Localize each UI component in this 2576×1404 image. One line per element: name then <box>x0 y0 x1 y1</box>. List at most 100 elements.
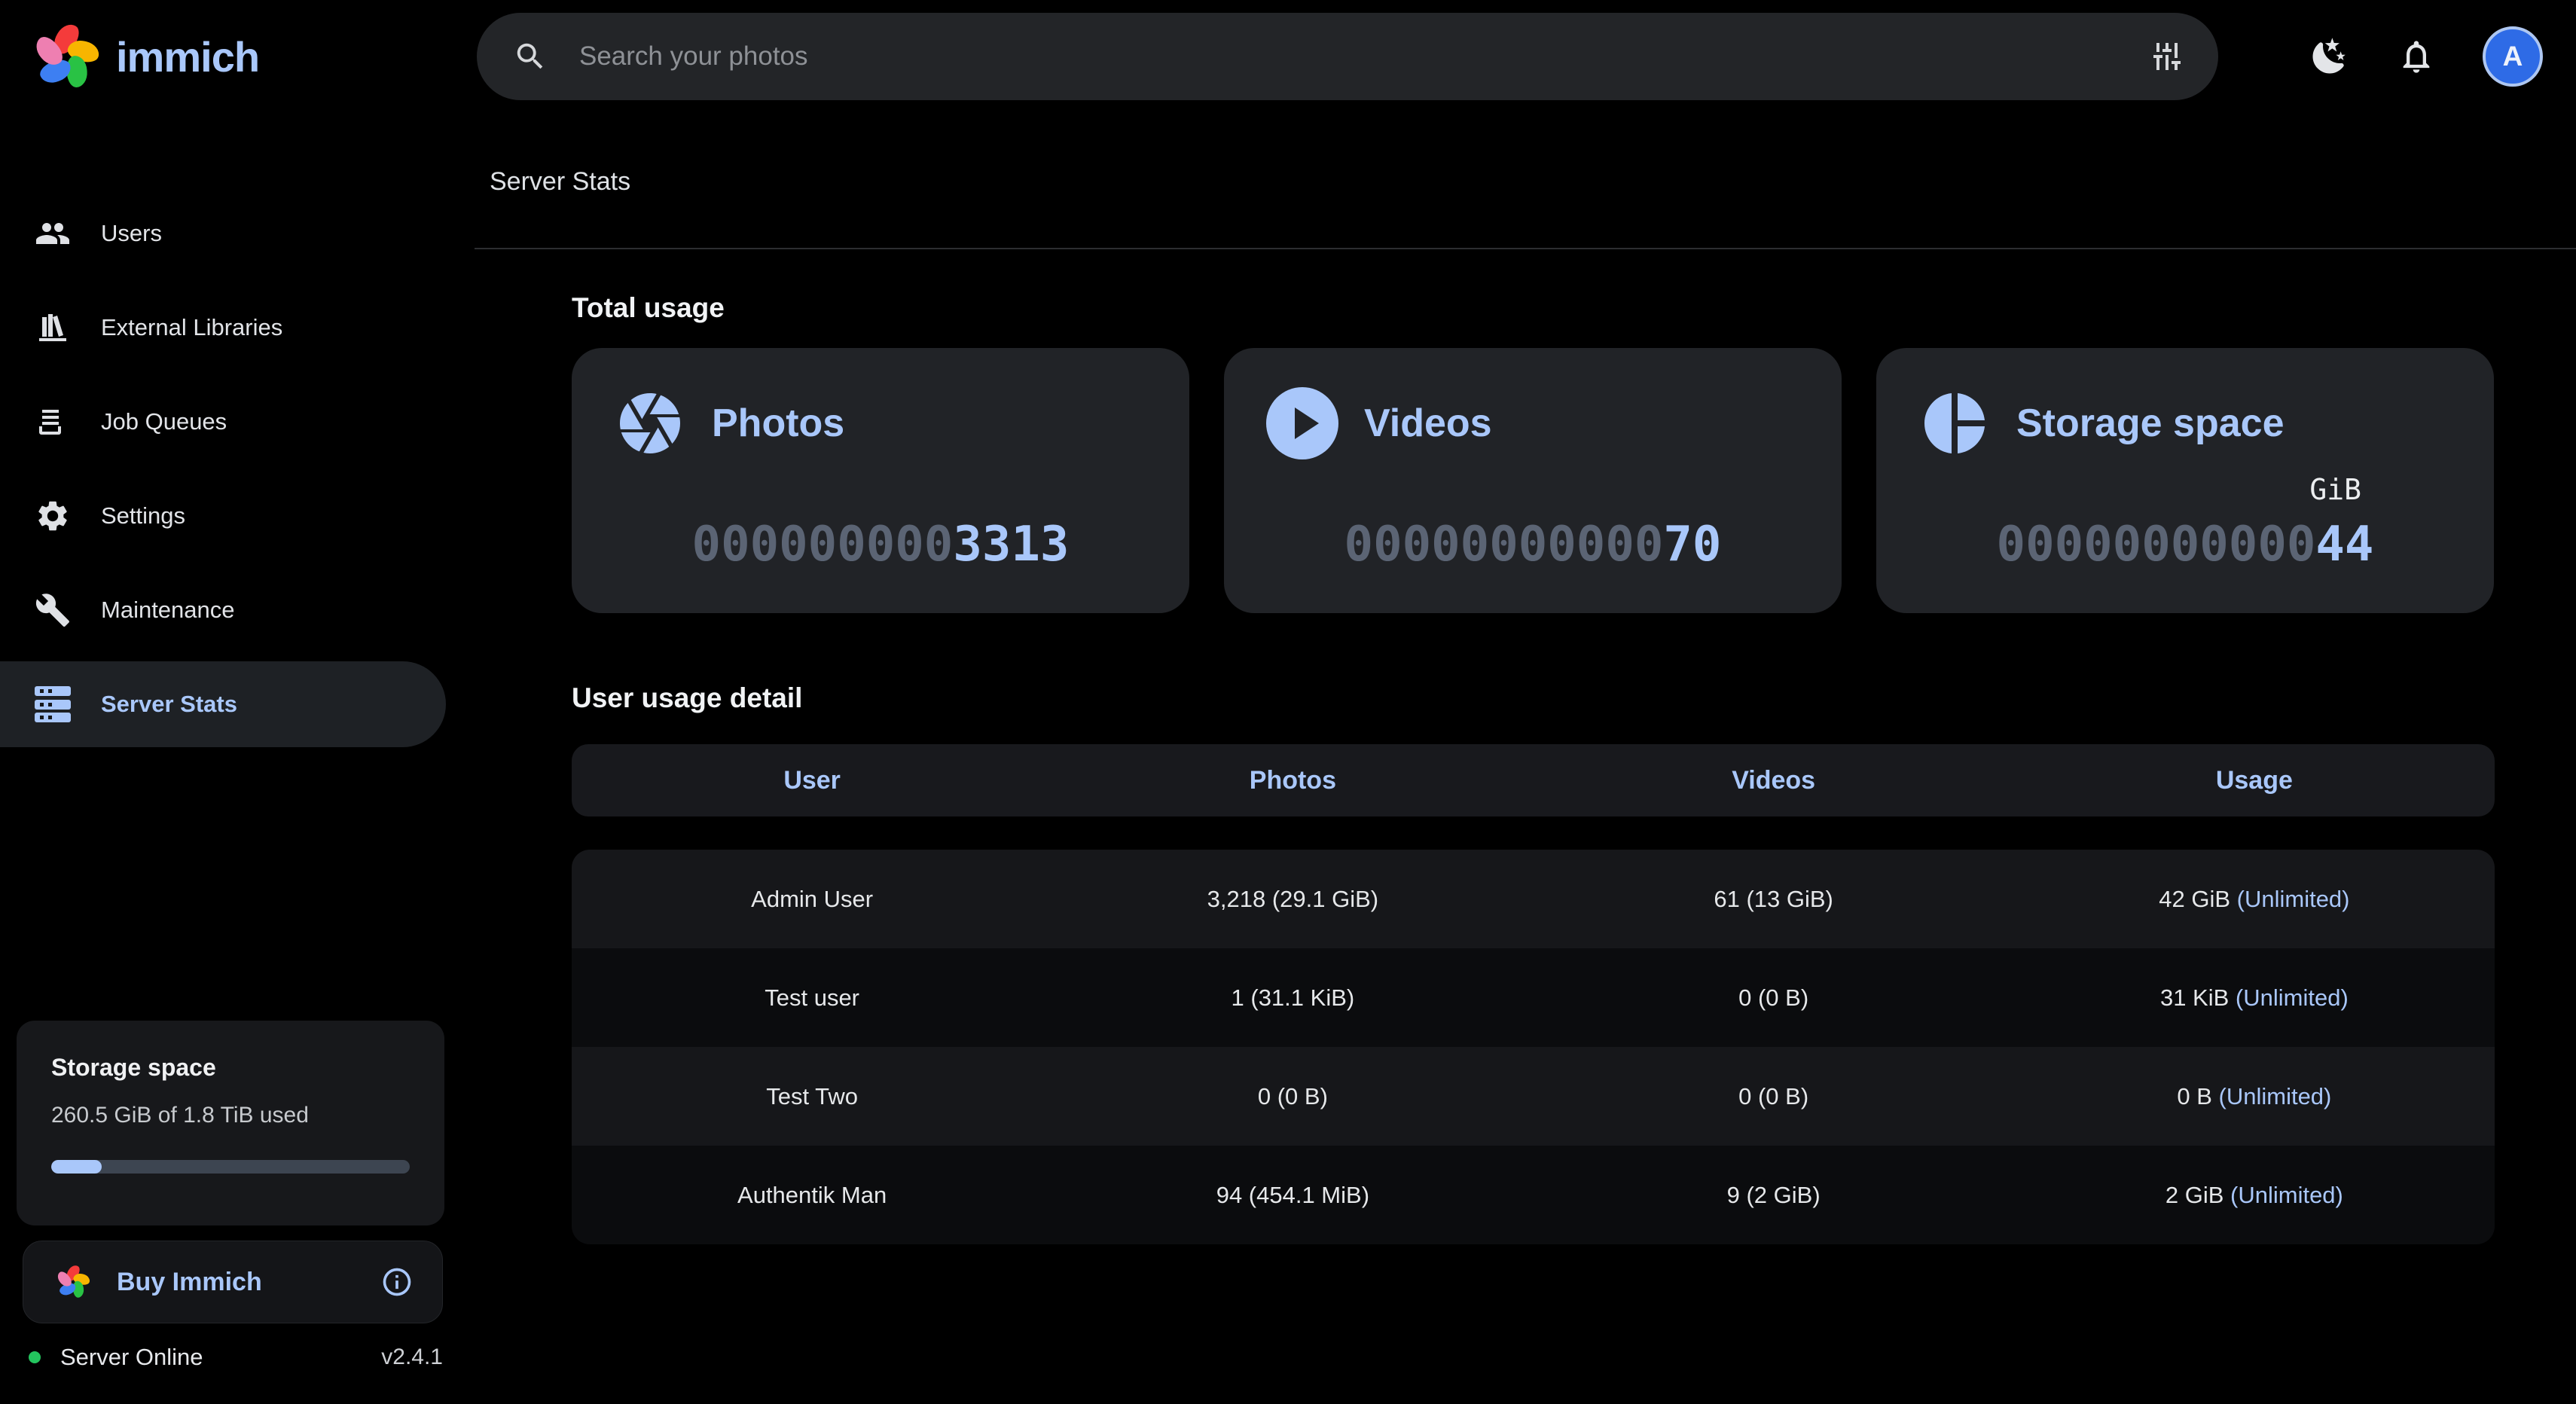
cell-videos: 0 (0 B) <box>1534 984 2014 1012</box>
user-usage-heading: User usage detail <box>572 682 802 714</box>
videos-card: Videos 0000000000070 <box>1224 348 1842 613</box>
header-divider <box>475 248 2576 249</box>
count-value: 3313 <box>953 517 1069 572</box>
server-status-label: Server Online <box>60 1344 381 1371</box>
cell-user: Test Two <box>572 1083 1052 1110</box>
photos-card: Photos 0000000003313 <box>572 348 1189 613</box>
immich-logo[interactable]: immich <box>33 0 259 113</box>
server-status-row: Server Online v2.4.1 <box>23 1335 443 1380</box>
sidebar-item-server-stats[interactable]: Server Stats <box>0 661 446 747</box>
sidebar-item-settings[interactable]: Settings <box>0 473 452 559</box>
column-header-user: User <box>572 766 1052 795</box>
cell-videos: 0 (0 B) <box>1534 1083 2014 1110</box>
cell-user: Authentik Man <box>572 1182 1052 1209</box>
column-header-photos: Photos <box>1052 766 1533 795</box>
notifications-bell-icon[interactable] <box>2397 37 2436 76</box>
column-header-videos: Videos <box>1534 766 2014 795</box>
storage-panel-title: Storage space <box>51 1054 410 1082</box>
external-libraries-icon <box>35 310 71 346</box>
job-queues-icon <box>35 404 71 440</box>
users-icon <box>35 215 71 252</box>
count-value: 44 <box>2315 517 2373 572</box>
online-status-dot <box>29 1351 41 1363</box>
storage-space-panel: Storage space 260.5 GiB of 1.8 TiB used <box>17 1021 444 1225</box>
buy-immich-label: Buy Immich <box>117 1268 380 1297</box>
cell-usage: 31 KiB (Unlimited) <box>2014 984 2495 1012</box>
main-content: Server Stats Total usage Photos 00000000… <box>452 113 2576 1404</box>
user-avatar[interactable]: A <box>2483 26 2543 87</box>
usage-quota: (Unlimited) <box>2219 1083 2332 1109</box>
sidebar-item-label: External Libraries <box>101 314 282 341</box>
column-header-usage: Usage <box>2014 766 2495 795</box>
storage-progress <box>51 1160 410 1174</box>
cell-photos: 94 (454.1 MiB) <box>1052 1182 1533 1209</box>
server-version[interactable]: v2.4.1 <box>381 1344 443 1370</box>
storage-progress-fill <box>51 1160 102 1174</box>
sidebar-nav: Users External Libraries Job Queues Sett… <box>0 113 452 747</box>
topbar-actions: A <box>2309 0 2543 113</box>
cell-usage: 0 B (Unlimited) <box>2014 1083 2495 1110</box>
storage-unit: GiB <box>1876 473 2494 506</box>
immich-flower-logo <box>33 23 99 90</box>
card-label: Storage space <box>2016 401 2285 446</box>
table-row: Admin User 3,218 (29.1 GiB) 61 (13 GiB) … <box>572 850 2495 948</box>
sidebar-item-label: Settings <box>101 502 185 530</box>
card-label: Videos <box>1364 401 1492 446</box>
storage-panel-detail: 260.5 GiB of 1.8 TiB used <box>51 1103 410 1128</box>
cell-user: Test user <box>572 984 1052 1012</box>
cell-photos: 0 (0 B) <box>1052 1083 1533 1110</box>
storage-card: Storage space GiB 0000000000044 <box>1876 348 2494 613</box>
usage-quota: (Unlimited) <box>2237 886 2350 912</box>
table-row: Authentik Man 94 (454.1 MiB) 9 (2 GiB) 2… <box>572 1146 2495 1244</box>
sidebar-item-users[interactable]: Users <box>0 191 452 276</box>
search-bar[interactable] <box>477 13 2218 100</box>
cell-photos: 1 (31.1 KiB) <box>1052 984 1533 1012</box>
search-icon[interactable] <box>513 39 548 74</box>
sidebar-item-external-libraries[interactable]: External Libraries <box>0 285 452 371</box>
cell-usage: 2 GiB (Unlimited) <box>2014 1182 2495 1209</box>
photos-count: 0000000003313 <box>572 517 1189 572</box>
rack-bar <box>35 700 71 710</box>
usage-table-body: Admin User 3,218 (29.1 GiB) 61 (13 GiB) … <box>572 850 2495 1244</box>
usage-value: 2 GiB <box>2165 1182 2224 1208</box>
cell-photos: 3,218 (29.1 GiB) <box>1052 886 1533 913</box>
total-usage-cards: Photos 0000000003313 Videos 000000000007… <box>572 348 2494 613</box>
sidebar: Users External Libraries Job Queues Sett… <box>0 113 452 1404</box>
search-filter-tune-icon[interactable] <box>2149 38 2185 75</box>
storage-count: 0000000000044 <box>1876 517 2494 572</box>
sidebar-item-job-queues[interactable]: Job Queues <box>0 379 452 465</box>
page-title: Server Stats <box>490 167 630 197</box>
settings-gear-icon <box>35 498 71 534</box>
maintenance-wrench-icon <box>35 592 71 628</box>
table-row: Test Two 0 (0 B) 0 (0 B) 0 B (Unlimited) <box>572 1047 2495 1146</box>
table-row: Test user 1 (31.1 KiB) 0 (0 B) 31 KiB (U… <box>572 948 2495 1047</box>
sidebar-item-label: Server Stats <box>101 691 237 718</box>
rack-bar <box>35 713 71 722</box>
videos-play-icon <box>1266 387 1338 459</box>
count-padding: 00000000000 <box>1997 517 2316 572</box>
info-icon[interactable] <box>380 1265 414 1299</box>
search-input[interactable] <box>578 41 2149 72</box>
count-padding: 00000000000 <box>1344 517 1664 572</box>
dark-mode-moon-icon[interactable] <box>2309 36 2350 77</box>
buy-immich-button[interactable]: Buy Immich <box>23 1241 443 1323</box>
top-bar: immich A <box>0 0 2576 113</box>
usage-value: 0 B <box>2177 1083 2212 1109</box>
usage-value: 42 GiB <box>2159 886 2230 912</box>
card-label: Photos <box>712 401 844 446</box>
photos-aperture-icon <box>614 387 686 459</box>
cell-videos: 61 (13 GiB) <box>1534 886 2014 913</box>
videos-count: 0000000000070 <box>1224 517 1842 572</box>
usage-value: 31 KiB <box>2160 984 2229 1011</box>
cell-user: Admin User <box>572 886 1052 913</box>
storage-pie-icon <box>1918 387 1991 459</box>
sidebar-item-label: Maintenance <box>101 597 235 624</box>
sidebar-item-maintenance[interactable]: Maintenance <box>0 567 452 653</box>
logo-text: immich <box>116 32 259 81</box>
usage-quota: (Unlimited) <box>2236 984 2349 1011</box>
sidebar-item-label: Job Queues <box>101 408 227 435</box>
rack-bar <box>35 686 71 696</box>
server-stats-icon <box>35 686 71 722</box>
immich-flower-icon <box>56 1265 90 1299</box>
count-value: 70 <box>1663 517 1721 572</box>
